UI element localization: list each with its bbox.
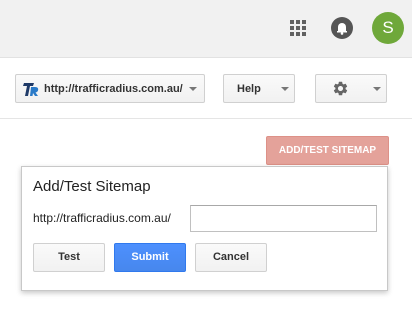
add-test-sitemap-dialog: Add/Test Sitemap http://trafficradius.co…	[21, 166, 388, 291]
settings-dropdown-button[interactable]	[315, 74, 387, 103]
site-logo-icon	[23, 83, 39, 96]
account-avatar[interactable]: S	[372, 12, 404, 44]
dialog-title: Add/Test Sitemap	[33, 178, 151, 195]
site-selector-label: http://trafficradius.com.au/	[44, 83, 183, 95]
test-button[interactable]: Test	[33, 243, 105, 272]
notifications-bell-icon[interactable]	[331, 17, 353, 39]
add-test-sitemap-button[interactable]: ADD/TEST SITEMAP	[266, 136, 389, 165]
help-button-label: Help	[237, 83, 261, 95]
apps-grid-icon[interactable]	[290, 20, 306, 36]
toolbar-divider	[0, 118, 412, 119]
sitemap-path-input[interactable]	[190, 205, 377, 232]
sitemap-url-prefix: http://trafficradius.com.au/	[33, 211, 171, 225]
chevron-down-icon	[189, 87, 197, 91]
chevron-down-icon	[373, 87, 381, 91]
submit-button[interactable]: Submit	[114, 243, 186, 272]
top-bar: S	[0, 0, 412, 58]
gear-icon	[333, 81, 348, 96]
cancel-button[interactable]: Cancel	[195, 243, 267, 272]
help-dropdown-button[interactable]: Help	[223, 74, 295, 103]
site-selector-dropdown[interactable]: http://trafficradius.com.au/	[15, 74, 205, 103]
chevron-down-icon	[281, 87, 289, 91]
